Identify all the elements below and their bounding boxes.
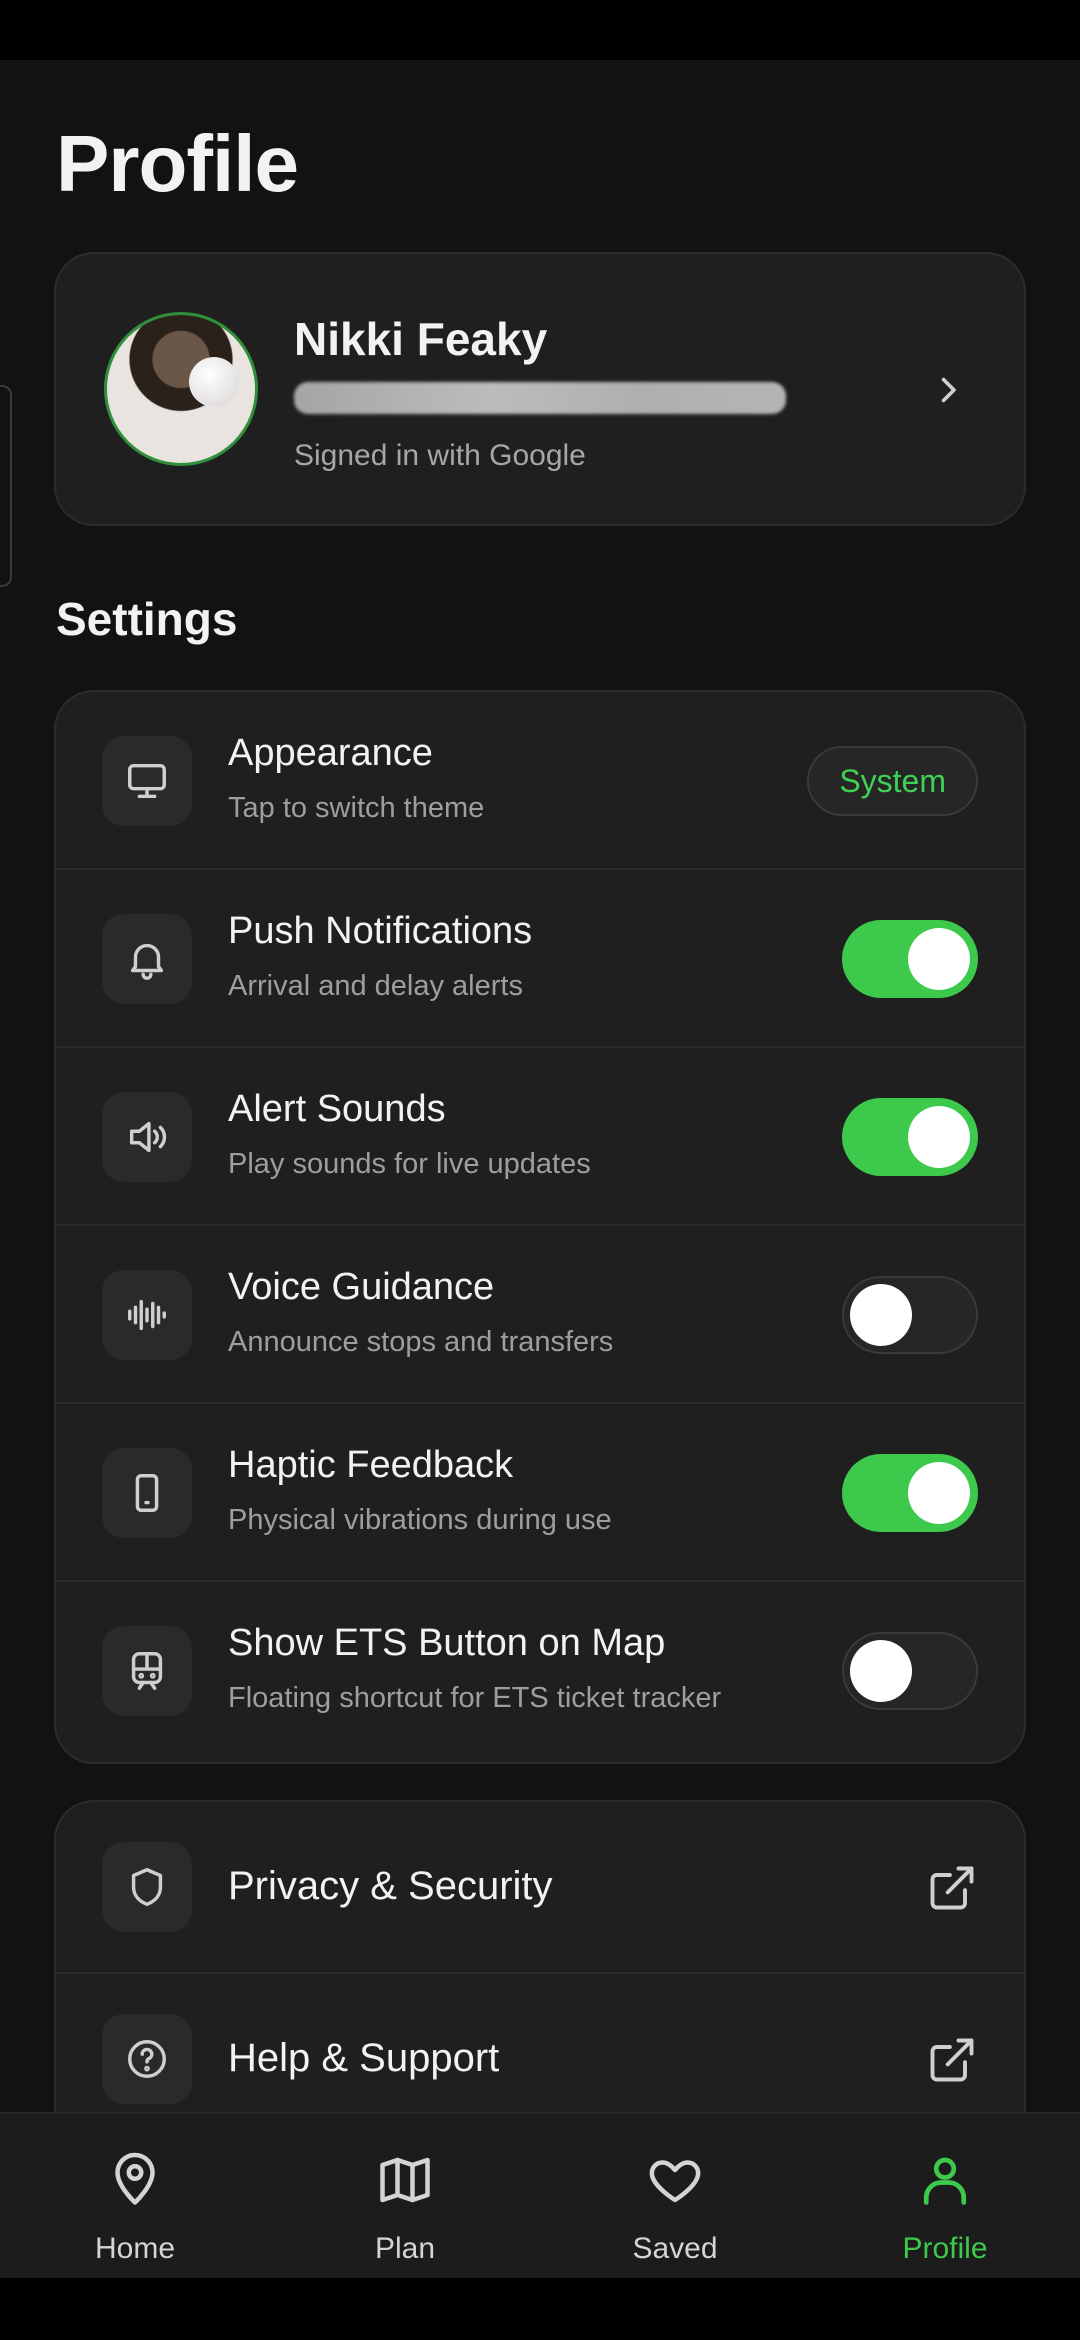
haptic-feedback-toggle[interactable] [842,1454,978,1532]
setting-subtitle: Tap to switch theme [228,792,485,824]
help-circle-icon [102,2014,192,2104]
profile-name: Nikki Feaky [294,313,548,365]
setting-row-push-notifications[interactable]: Push Notifications Arrival and delay ale… [56,870,1024,1048]
avatar-bubble-graphic [189,357,239,407]
profile-card[interactable]: Nikki Feaky Signed in with Google [54,252,1026,526]
setting-subtitle: Announce stops and transfers [228,1326,614,1358]
external-link-icon [930,2038,974,2082]
toggle-knob [850,1284,912,1346]
setting-title: Voice Guidance [228,1266,495,1308]
bottom-tab-bar: Home Plan Saved Profile [0,2112,1080,2280]
profile-email-redacted [294,382,786,414]
monitor-icon [102,736,192,826]
tab-label: Home [94,2232,176,2265]
setting-title: Alert Sounds [228,1088,446,1130]
setting-title: Push Notifications [228,910,533,952]
theme-selector-button[interactable]: System [807,746,978,816]
setting-row-appearance[interactable]: Appearance Tap to switch theme System [56,692,1024,870]
tab-label: Saved [632,2232,718,2265]
page-title: Profile [56,119,299,208]
voice-guidance-toggle[interactable] [842,1276,978,1354]
profile-signin-method: Signed in with Google [294,439,586,472]
setting-row-voice-guidance[interactable]: Voice Guidance Announce stops and transf… [56,1226,1024,1404]
map-pin-icon [115,2152,155,2205]
toggle-knob [908,1106,970,1168]
link-title: Help & Support [228,2036,500,2080]
setting-subtitle: Arrival and delay alerts [228,970,523,1002]
train-icon [102,1626,192,1716]
settings-section-title: Settings [56,593,238,645]
speaker-icon [102,1092,192,1182]
system-navigation-bar [0,2278,1080,2340]
setting-subtitle: Play sounds for live updates [228,1148,591,1180]
waveform-icon [102,1270,192,1360]
tab-saved[interactable]: Saved [540,2114,810,2280]
toggle-knob [908,1462,970,1524]
bell-icon [102,914,192,1004]
setting-row-show-ets-button[interactable]: Show ETS Button on Map Floating shortcut… [56,1582,1024,1760]
link-title: Privacy & Security [228,1864,553,1908]
tab-label: Profile [902,2232,988,2265]
map-icon [380,2157,430,2203]
avatar [104,312,258,466]
setting-subtitle: Physical vibrations during use [228,1504,612,1536]
heart-icon [649,2160,701,2203]
tab-profile[interactable]: Profile [810,2114,1080,2280]
phone-icon [102,1448,192,1538]
link-row-privacy-security[interactable]: Privacy & Security [56,1802,1024,1974]
push-notifications-toggle[interactable] [842,920,978,998]
shield-icon [102,1842,192,1932]
show-ets-button-toggle[interactable] [842,1632,978,1710]
chevron-right-icon [941,377,956,403]
toggle-knob [908,928,970,990]
settings-card: Appearance Tap to switch theme System Pu… [54,690,1026,1764]
external-link-icon [930,1866,974,1910]
setting-row-alert-sounds[interactable]: Alert Sounds Play sounds for live update… [56,1048,1024,1226]
tab-home[interactable]: Home [0,2114,270,2280]
user-icon [923,2157,967,2205]
setting-title: Haptic Feedback [228,1444,514,1486]
toggle-knob [850,1640,912,1702]
edge-panel-handle[interactable] [0,385,12,587]
setting-row-haptic-feedback[interactable]: Haptic Feedback Physical vibrations duri… [56,1404,1024,1582]
setting-title: Appearance [228,732,433,774]
status-bar [0,0,1080,60]
setting-subtitle: Floating shortcut for ETS ticket tracker [228,1682,722,1714]
tab-plan[interactable]: Plan [270,2114,540,2280]
setting-title: Show ETS Button on Map [228,1622,666,1664]
tab-label: Plan [374,2232,436,2265]
alert-sounds-toggle[interactable] [842,1098,978,1176]
